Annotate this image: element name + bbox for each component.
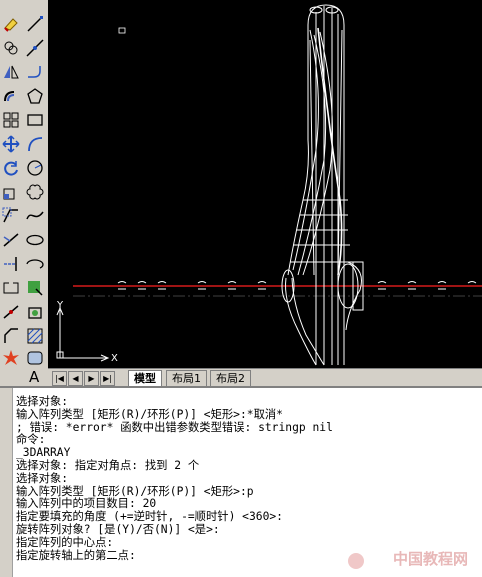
circle-icon[interactable] [25,158,45,178]
last-tab-button[interactable]: ▶| [100,371,115,386]
polyline-icon[interactable] [25,62,45,82]
command-line: 输入阵列类型 [矩形(R)/环形(P)] <矩形>:*取消* [16,407,283,421]
explode-icon[interactable] [1,348,21,368]
make-block-icon[interactable] [25,302,45,322]
spline-icon[interactable] [25,206,45,226]
watermark-logo-icon [348,553,364,569]
text-icon[interactable]: A [25,366,45,386]
ucs-y-label: Y [56,300,64,311]
break-icon[interactable] [1,278,21,298]
break-at-point-icon[interactable] [1,302,21,322]
ellipse-icon[interactable] [25,230,45,250]
rectangle-icon[interactable] [25,110,45,130]
line-icon[interactable] [25,14,45,34]
array-icon[interactable] [1,110,21,130]
tab-layout1[interactable]: 布局1 [166,370,207,387]
command-line: 选择对象: [16,395,68,408]
command-history: 选择对象: 输入阵列类型 [矩形(R)/环形(P)] <矩形>:*取消* ; 错… [16,395,476,562]
rotate-icon[interactable] [1,158,21,178]
modify-draw-toolbar: A [0,0,48,386]
insert-block-icon[interactable] [25,278,45,298]
stretch-icon[interactable] [1,206,21,226]
trim-icon[interactable] [1,230,21,250]
polygon-icon[interactable] [25,86,45,106]
hatch-icon[interactable] [25,326,45,346]
command-line: 命令: [16,433,46,447]
command-line: ; 错误: *error* 函数中出错参数类型错误: stringp nil [16,420,333,434]
command-line: 选择对象: [16,471,68,485]
first-tab-button[interactable]: |◀ [52,371,67,386]
watermark: 中国教程网 [392,550,468,568]
region-icon[interactable] [25,348,45,368]
tab-layout2[interactable]: 布局2 [210,370,251,387]
offset-icon[interactable] [1,86,21,106]
next-tab-button[interactable]: ▶ [84,371,99,386]
command-line: 选择对象: 指定对角点: 找到 2 个 [16,458,200,472]
command-line-grip[interactable] [0,388,13,577]
svg-text:A: A [29,368,40,385]
ellipse-arc-icon[interactable] [25,254,45,274]
move-icon[interactable] [1,134,21,154]
tab-model[interactable]: 模型 [128,370,162,387]
small-marker [118,27,126,34]
command-line: 旋转阵列对象? [是(Y)/否(N)] <是>: [16,522,220,536]
command-line-window[interactable]: 选择对象: 输入阵列类型 [矩形(R)/环形(P)] <矩形>:*取消* ; 错… [0,386,482,577]
drawing-canvas[interactable]: Y X [48,0,482,368]
tube-shape [117,4,477,366]
ucs-icon [56,306,110,362]
arc-icon[interactable] [25,134,45,154]
extend-icon[interactable] [1,254,21,274]
ucs-x-label: X [111,353,118,364]
mirror-icon[interactable] [1,62,21,82]
erase-icon[interactable] [1,14,21,34]
drawing-geometry: Y X [56,4,482,366]
chamfer-icon[interactable] [1,326,21,346]
revcloud-icon[interactable] [25,182,45,202]
xline-icon[interactable] [25,38,45,58]
scale-icon[interactable] [1,182,21,202]
copy-icon[interactable] [1,38,21,58]
layout-tab-bar: |◀ ◀ ▶ ▶| 模型 布局1 布局2 [48,368,482,387]
prev-tab-button[interactable]: ◀ [68,371,83,386]
